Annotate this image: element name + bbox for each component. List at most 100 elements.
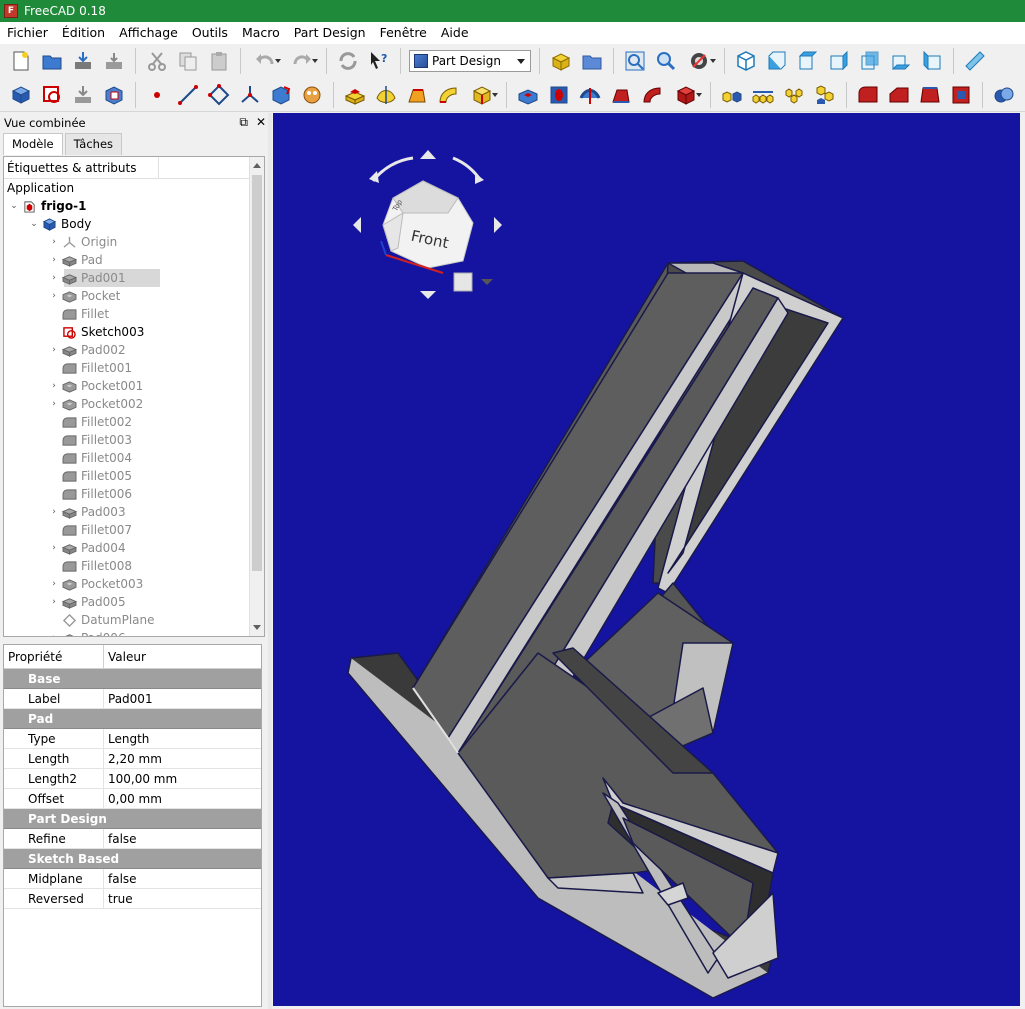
property-group-header[interactable]: Pad [4,709,261,729]
tree-item-document[interactable]: ⌄ frigo-1 [4,197,250,215]
navigation-cube[interactable]: Front Top [353,150,502,299]
datum-plane-button[interactable] [206,82,232,108]
chevron-down-icon[interactable]: ⌄ [27,219,41,229]
undo-button[interactable] [249,48,281,74]
tree-item-feature[interactable]: › Pocket [4,287,250,305]
save-as-button[interactable] [101,48,127,74]
tree-item-feature[interactable]: Fillet006 [4,485,250,503]
menu-affichage[interactable]: Affichage [112,22,185,44]
property-value[interactable]: false [104,869,137,888]
chevron-right-icon[interactable]: › [47,237,61,247]
chevron-down-icon[interactable]: ⌄ [7,201,21,211]
view-menu-chevron-icon[interactable] [481,279,493,285]
create-sketch-button[interactable] [39,82,65,108]
view-front-button[interactable] [764,48,790,74]
tree-item-feature[interactable]: Fillet007 [4,521,250,539]
create-group-button[interactable] [579,48,605,74]
tree-item-feature[interactable]: › Pad [4,251,250,269]
property-row[interactable]: Type Length [4,729,261,749]
shape-binder-button[interactable] [268,82,294,108]
chevron-right-icon[interactable]: › [47,255,61,265]
property-row[interactable]: Offset 0,00 mm [4,789,261,809]
chevron-right-icon[interactable]: › [47,291,61,301]
tree-item-feature[interactable]: Fillet [4,305,250,323]
property-row[interactable]: Length2 100,00 mm [4,769,261,789]
tree-item-feature[interactable]: Fillet002 [4,413,250,431]
multi-transform-button[interactable] [812,82,838,108]
property-row[interactable]: Label Pad001 [4,689,261,709]
chamfer-button[interactable] [886,82,912,108]
rotate-right-arrow-icon[interactable] [475,173,484,184]
tree-item-feature[interactable]: › Pad004 [4,539,250,557]
tab-taches[interactable]: Tâches [64,133,123,155]
tab-modele[interactable]: Modèle [3,133,63,155]
menu-part-design[interactable]: Part Design [287,22,373,44]
create-body-button[interactable] [8,82,34,108]
property-value[interactable]: false [104,829,137,848]
datum-line-button[interactable] [175,82,201,108]
chevron-right-icon[interactable]: › [47,507,61,517]
tree-item-feature[interactable]: Fillet004 [4,449,250,467]
scroll-up-icon[interactable] [253,163,261,168]
additive-primitive-button[interactable] [466,82,498,108]
view-top-button[interactable] [795,48,821,74]
tree-item-feature[interactable]: Fillet003 [4,431,250,449]
groove-button[interactable] [577,82,603,108]
chevron-right-icon[interactable]: › [47,381,61,391]
copy-button[interactable] [175,48,201,74]
scroll-down-icon[interactable] [253,625,261,630]
property-row[interactable]: Refine false [4,829,261,849]
property-value[interactable]: Length [104,729,149,748]
tree-item-feature[interactable]: Fillet008 [4,557,250,575]
tree-item-feature[interactable]: › Pocket002 [4,395,250,413]
validate-sketch-button[interactable] [70,82,96,108]
additive-pipe-button[interactable] [435,82,461,108]
tree-item-feature[interactable]: › Pocket003 [4,575,250,593]
model-pad001[interactable] [347,260,844,999]
view-bottom-button[interactable] [888,48,914,74]
tree-item-feature[interactable]: › Pad002 [4,341,250,359]
chevron-right-icon[interactable]: › [47,579,61,589]
subtractive-pipe-button[interactable] [639,82,665,108]
linear-pattern-button[interactable] [750,82,776,108]
workbench-selector[interactable]: Part Design [409,50,531,72]
draft-button[interactable] [917,82,943,108]
view-right-button[interactable] [826,48,852,74]
property-group-header[interactable]: Base [4,669,261,689]
tree-item-feature[interactable]: Sketch003 [4,323,250,341]
view-isometric-button[interactable] [733,48,759,74]
fit-selection-button[interactable] [653,48,679,74]
3d-viewport[interactable]: Front Top [273,113,1020,1006]
nav-right-arrow-icon[interactable] [494,217,502,233]
subtractive-primitive-button[interactable] [670,82,702,108]
3d-scene[interactable]: Front Top [273,113,1020,1006]
property-group-header[interactable]: Part Design [4,809,261,829]
chevron-right-icon[interactable]: › [47,597,61,607]
property-value[interactable]: true [104,889,133,908]
whats-this-button[interactable]: ? [366,48,392,74]
fillet-button[interactable] [855,82,881,108]
polar-pattern-button[interactable] [781,82,807,108]
redo-button[interactable] [286,48,318,74]
tree-item-feature[interactable]: › Pad005 [4,593,250,611]
subtractive-loft-button[interactable] [608,82,634,108]
value-column-header[interactable]: Valeur [104,645,146,668]
tree-item-feature[interactable]: › Origin [4,233,250,251]
tree-item-feature[interactable]: Fillet005 [4,467,250,485]
rotate-left-arc-icon[interactable] [371,156,414,182]
property-row[interactable]: Reversed true [4,889,261,909]
property-value[interactable]: 2,20 mm [104,749,162,768]
tree-item-feature[interactable]: DatumPlane [4,611,250,629]
hole-button[interactable] [546,82,572,108]
panel-splitter[interactable] [268,113,272,1009]
tree-item-body[interactable]: ⌄ Body [4,215,250,233]
chevron-right-icon[interactable]: › [47,345,61,355]
local-coordinate-system-button[interactable] [237,82,263,108]
property-group-header[interactable]: Sketch Based [4,849,261,869]
datum-point-button[interactable] [144,82,170,108]
menu-fichier[interactable]: Fichier [0,22,55,44]
map-sketch-button[interactable] [101,82,127,108]
mirrored-button[interactable] [719,82,745,108]
tree-item-feature[interactable]: › Pad001 [4,269,250,287]
paste-button[interactable] [206,48,232,74]
